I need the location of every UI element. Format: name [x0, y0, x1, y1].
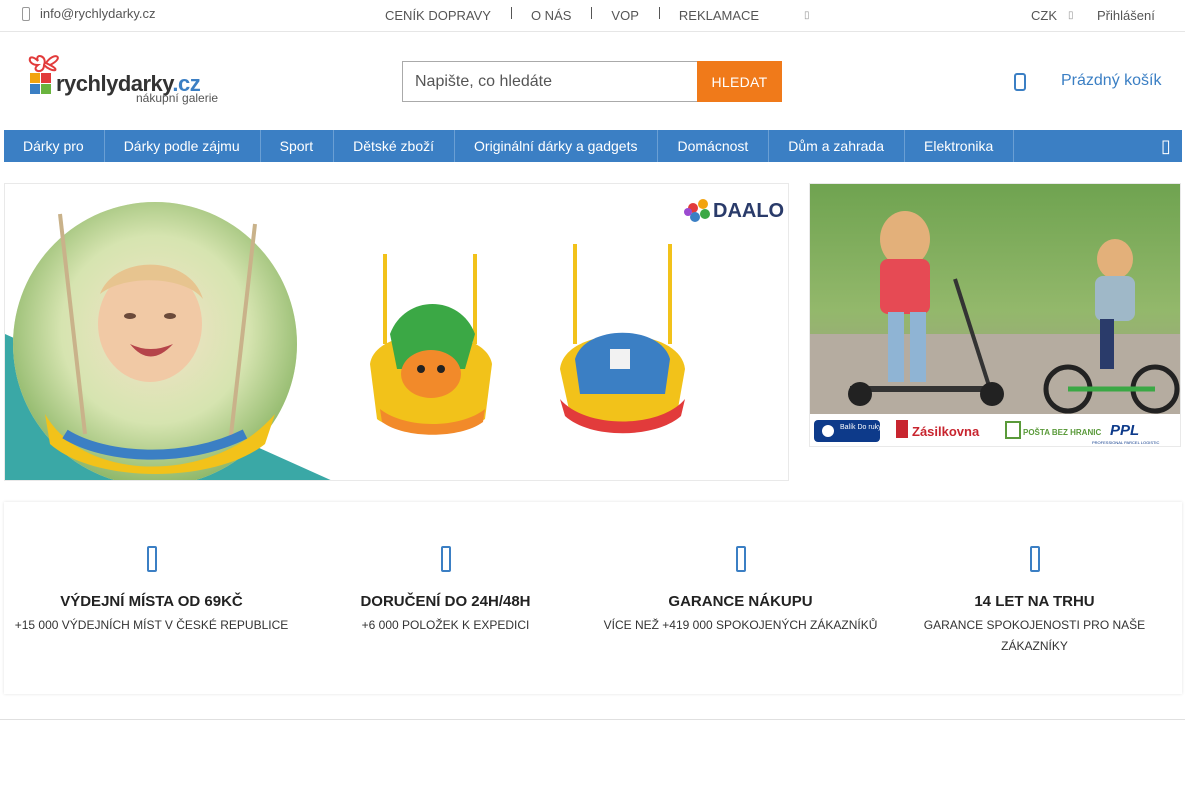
nav-more-icon[interactable]: ▯: [1150, 130, 1182, 162]
search-bar: HLEDAT: [402, 61, 782, 102]
email-text: info@rychlydarky.cz: [40, 6, 156, 21]
top-bar: info@rychlydarky.cz CENÍK DOPRAVY O NÁS …: [0, 0, 1185, 32]
chevron-down-icon[interactable]: ▯: [1068, 10, 1074, 21]
carrier-posta: POŠTA BEZ HRANIC: [1023, 428, 1101, 437]
search-button[interactable]: HLEDAT: [697, 61, 782, 102]
nav-item-home-garden[interactable]: Dům a zahrada: [769, 130, 905, 162]
carrier-ppl: PPL: [1110, 422, 1139, 439]
features-strip: VÝDEJNÍ MÍSTA OD 69KČ +15 000 VÝDEJNÍCH …: [4, 502, 1182, 694]
phone-icon: [22, 6, 30, 21]
site-logo[interactable]: rychlydarky.cz nákupní galerie: [24, 51, 224, 107]
cart-icon[interactable]: [1013, 72, 1027, 92]
email-link[interactable]: info@rychlydarky.cz: [22, 6, 156, 21]
divider: [591, 7, 593, 19]
top-link-about[interactable]: O NÁS: [531, 8, 571, 23]
top-link-complaints[interactable]: REKLAMACE: [679, 8, 759, 23]
feature-desc: VÍCE NEŽ +419 000 SPOKOJENÝCH ZÁKAZNÍKŮ: [603, 618, 878, 632]
nav-item-household[interactable]: Domácnost: [658, 130, 770, 162]
footer-divider: [0, 719, 1185, 720]
feature-desc: +6 000 POLOŽEK K EXPEDICI: [361, 618, 530, 632]
nav-item-kids[interactable]: Dětské zboží: [334, 130, 456, 162]
nav-item-gadgets[interactable]: Originální dárky a gadgets: [455, 130, 659, 162]
feature-title: VÝDEJNÍ MÍSTA OD 69KČ: [60, 593, 243, 610]
nav-item-electronics[interactable]: Elektronika: [905, 130, 1015, 162]
feature-title: GARANCE NÁKUPU: [668, 593, 813, 610]
login-link[interactable]: Přihlášení: [1097, 8, 1155, 23]
swing-banner-image: DAALO: [5, 184, 788, 480]
feature-desc: GARANCE SPOKOJENOSTI PRO NAŠE ZÁKAZNÍKY: [923, 618, 1146, 653]
promo-banner-swings[interactable]: DAALO: [4, 183, 789, 481]
nav-item-sport[interactable]: Sport: [261, 130, 335, 162]
svg-text:DAALO: DAALO: [713, 200, 784, 222]
nav-item-gifts-for[interactable]: Dárky pro: [4, 130, 105, 162]
logo-subtitle: nákupní galerie: [136, 91, 219, 105]
feature-desc: +15 000 VÝDEJNÍCH MÍST V ČESKÉ REPUBLICE: [14, 618, 289, 632]
top-links: CENÍK DOPRAVY O NÁS VOP REKLAMACE: [385, 7, 759, 23]
top-link-shipping[interactable]: CENÍK DOPRAVY: [385, 8, 491, 23]
delivery-banner-image: Balík Do ruky Zásilkovna POŠTA BEZ HRANI…: [810, 184, 1180, 446]
main-nav: Dárky pro Dárky podle zájmu Sport Dětské…: [4, 130, 1182, 162]
shield-icon: [593, 546, 888, 572]
divider: [658, 7, 660, 19]
search-input[interactable]: [402, 61, 697, 102]
divider: [510, 7, 512, 19]
truck-icon: [298, 546, 593, 572]
promo-banner-delivery[interactable]: Balík Do ruky Zásilkovna POŠTA BEZ HRANI…: [809, 183, 1181, 447]
feature-title: DORUČENÍ DO 24H/48H: [360, 593, 531, 610]
star-icon: [887, 546, 1182, 572]
cart-label[interactable]: Prázdný košík: [1061, 72, 1161, 90]
feature-title: 14 LET NA TRHU: [974, 593, 1095, 610]
carrier-zasilkovna: Zásilkovna: [912, 424, 980, 439]
carrier-balik: Balík Do ruky: [840, 424, 882, 431]
chevron-down-icon[interactable]: ▯: [804, 10, 810, 21]
top-link-terms[interactable]: VOP: [611, 8, 638, 23]
map-pin-icon: [4, 546, 299, 572]
nav-item-gifts-interest[interactable]: Dárky podle zájmu: [105, 130, 261, 162]
currency-select[interactable]: CZK: [1031, 8, 1057, 23]
carrier-ppl-tagline: PROFESSIONAL PARCEL LOGISTIC: [1092, 440, 1160, 445]
